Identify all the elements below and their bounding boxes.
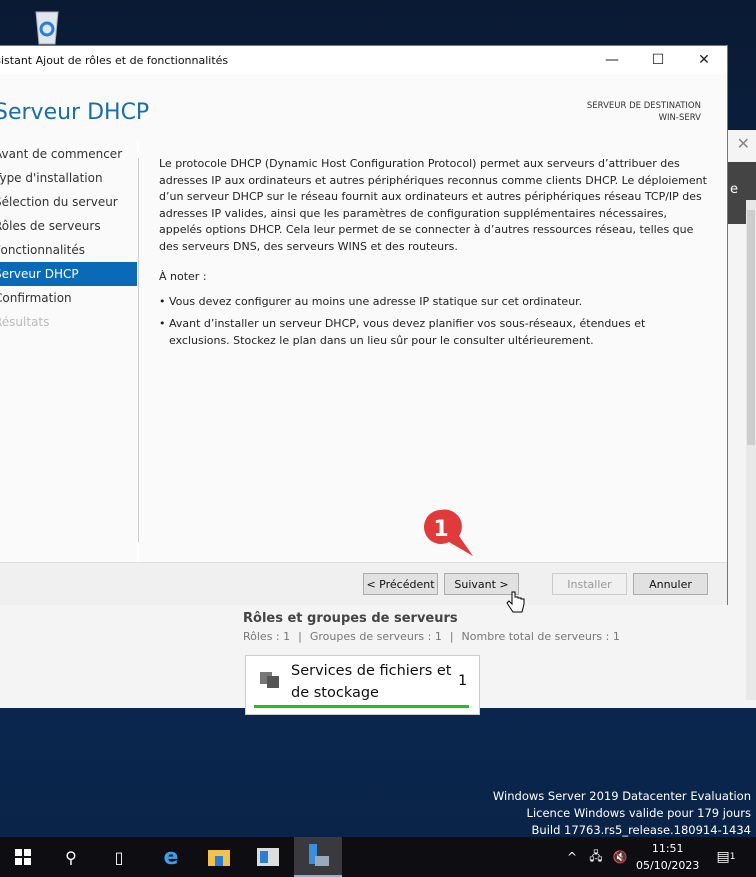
step-dhcp-server[interactable]: Serveur DHCP (0, 262, 137, 286)
show-hidden-icons-button[interactable]: ^ (560, 837, 584, 877)
cancel-button[interactable]: Annuler (633, 573, 708, 595)
separator: | (298, 630, 302, 643)
step-before-you-begin[interactable]: Avant de commencer (0, 142, 137, 166)
destination-server: SERVEUR DE DESTINATION WIN-SERV (587, 100, 701, 124)
wizard-footer: < Précédent Suivant > Installer Annuler (0, 562, 727, 605)
search-icon: ⚲ (65, 847, 77, 867)
roles-summary: Rôles : 1 | Groupes de serveurs : 1 | Nombre… (243, 630, 620, 643)
watermark-line: Licence Windows valide pour 179 jours (526, 806, 751, 820)
close-button[interactable]: ✕ (681, 52, 727, 68)
step-annotation-marker: 1 (424, 509, 473, 556)
add-roles-wizard-dialog: Assistant Ajout de rôles et de fonctionn… (0, 45, 728, 605)
windows-logo-icon (15, 849, 31, 865)
window-icon (257, 848, 279, 866)
roles-count: Rôles : 1 (243, 630, 291, 643)
hand-cursor-icon (506, 591, 525, 613)
step-features[interactable]: Fonctionnalités (0, 238, 137, 262)
step-confirmation[interactable]: Confirmation (0, 286, 137, 310)
wizard-header: Serveur DHCP SERVEUR DE DESTINATION WIN-… (0, 74, 727, 142)
groups-count: Groupes de serveurs : 1 (309, 630, 442, 643)
step-server-roles[interactable]: Rôles de serveurs (0, 214, 137, 238)
tile-name: Services de fichiers et de stockage (291, 663, 452, 701)
status-bar (254, 705, 469, 708)
internet-explorer-icon: e (163, 844, 179, 870)
destination-label: SERVEUR DE DESTINATION (586, 101, 701, 111)
notes-list: Vous devez configurer au moins une adres… (159, 294, 707, 350)
note-item: Vous devez configurer au moins une adres… (159, 294, 707, 311)
server-manager-icon (309, 844, 329, 866)
step-installation-type[interactable]: Type d'installation (0, 166, 137, 190)
maximize-button[interactable]: ☐ (635, 52, 681, 68)
close-icon[interactable]: ✕ (737, 134, 750, 153)
clock-time: 11:51 (651, 842, 684, 855)
task-view-icon: ▯ (114, 847, 124, 867)
tile-count: 1 (458, 673, 467, 689)
step-server-selection[interactable]: Sélection du serveur (0, 190, 137, 214)
server-manager-button[interactable] (294, 837, 342, 877)
chevron-up-icon: ^ (566, 850, 578, 864)
note-item: Avant d’installer un serveur DHCP, vous … (159, 316, 707, 349)
scrollbar[interactable] (746, 200, 756, 700)
file-storage-icon (260, 672, 279, 688)
notification-icon: ▤ (716, 849, 730, 865)
content-pane: Le protocole DHCP (Dynamic Host Configur… (139, 142, 727, 562)
watermark-line: Windows Server 2019 Datacenter Evaluatio… (492, 789, 751, 803)
separator: | (449, 630, 454, 643)
role-tile-file-services[interactable]: Services de fichiers et de stockage 1 (245, 655, 480, 715)
destination-server-name: WIN-SERV (658, 113, 701, 123)
wizard-steps: Avant de commencer Type d'installation S… (0, 142, 137, 562)
step-results: Résultats (0, 315, 50, 329)
volume-muted-icon[interactable]: 🔇 (608, 837, 632, 877)
roles-title: Rôles et groupes de serveurs (243, 611, 458, 626)
intro-text: Le protocole DHCP (Dynamic Host Configur… (159, 157, 707, 253)
banner-text: e (730, 182, 738, 197)
clock-date: 05/10/2023 (636, 859, 700, 872)
page-title: Serveur DHCP (0, 100, 150, 125)
scrollbar-thumb[interactable] (747, 210, 755, 445)
install-button: Installer (552, 573, 627, 595)
task-view-button[interactable]: ▯ (96, 837, 142, 877)
note-heading: À noter : (159, 270, 207, 283)
servers-total: Nombre total de serveurs : 1 (461, 630, 620, 643)
network-icon[interactable]: 🖧 (584, 837, 608, 877)
internet-explorer-button[interactable]: e (148, 837, 194, 877)
folder-icon (208, 850, 230, 866)
clock[interactable]: 11:51 05/10/2023 (636, 840, 699, 874)
title-bar: Assistant Ajout de rôles et de fonctionn… (0, 46, 727, 74)
notification-count: 1 (729, 852, 736, 862)
notifications-button[interactable]: ▤ 1 (706, 837, 746, 877)
file-explorer-button[interactable] (196, 837, 242, 877)
previous-button[interactable]: < Précédent (363, 573, 438, 595)
control-panel-button[interactable] (245, 837, 291, 877)
recycle-bin-icon[interactable] (28, 8, 66, 46)
desktop-watermark: Windows Server 2019 Datacenter Evaluatio… (493, 788, 751, 839)
search-button[interactable]: ⚲ (48, 837, 94, 877)
start-button[interactable] (0, 837, 46, 877)
window-title: Assistant Ajout de rôles et de fonctionn… (0, 53, 229, 67)
annotation-number: 1 (433, 517, 448, 542)
minimize-button[interactable]: — (589, 52, 635, 68)
